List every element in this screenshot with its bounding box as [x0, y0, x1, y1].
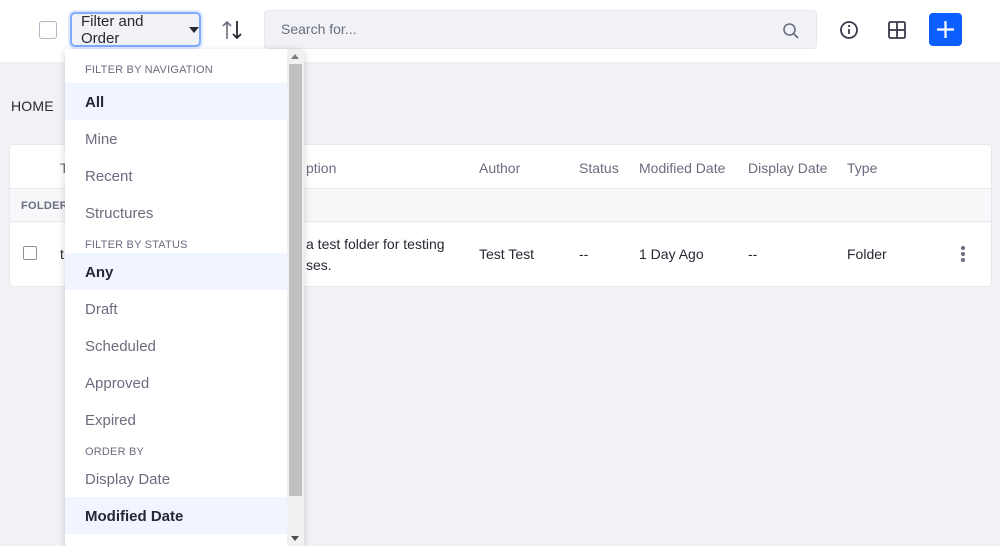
status-item-approved[interactable]: Approved — [65, 364, 287, 401]
status-item-expired[interactable]: Expired — [65, 401, 287, 438]
row-author: Test Test — [479, 246, 534, 262]
plus-icon — [937, 21, 954, 38]
dropdown-list: FILTER BY NAVIGATION All Mine Recent Str… — [65, 49, 287, 534]
row-title[interactable]: t — [60, 246, 64, 262]
info-icon[interactable] — [838, 19, 860, 41]
header-author[interactable]: Author — [479, 160, 520, 176]
scroll-up-arrow-icon[interactable] — [291, 54, 299, 59]
filter-and-order-label: Filter and Order — [81, 12, 144, 47]
row-description: a test folder for testing ses. — [306, 234, 476, 276]
scroll-down-arrow-icon[interactable] — [291, 536, 299, 541]
search-input[interactable]: Search for... — [281, 21, 356, 37]
filter-and-order-dropdown: FILTER BY NAVIGATION All Mine Recent Str… — [65, 49, 304, 546]
nav-item-mine[interactable]: Mine — [65, 120, 287, 157]
status-item-any[interactable]: Any — [65, 253, 287, 290]
nav-item-structures[interactable]: Structures — [65, 194, 287, 231]
cards-view-icon[interactable] — [886, 19, 908, 41]
order-item-display-date[interactable]: Display Date — [65, 460, 287, 497]
filter-by-status-header: FILTER BY STATUS — [85, 239, 188, 251]
row-description-line-1: a test folder for testing — [306, 236, 445, 252]
header-description[interactable]: ption — [306, 160, 336, 176]
select-all-checkbox[interactable] — [39, 21, 57, 39]
row-display-date: -- — [748, 246, 758, 262]
filter-by-navigation-header: FILTER BY NAVIGATION — [85, 64, 213, 76]
status-item-draft[interactable]: Draft — [65, 290, 287, 327]
scrollbar-thumb[interactable] — [289, 64, 302, 496]
order-by-header: ORDER BY — [85, 446, 145, 458]
add-button[interactable] — [929, 13, 962, 46]
nav-item-all[interactable]: All — [65, 83, 287, 120]
dropdown-scrollbar[interactable] — [287, 49, 304, 546]
search-bar: Search for... — [264, 10, 817, 49]
row-type: Folder — [847, 246, 887, 262]
order-item-modified-date[interactable]: Modified Date — [65, 497, 287, 534]
nav-item-recent[interactable]: Recent — [65, 157, 287, 194]
header-display-date[interactable]: Display Date — [748, 160, 827, 176]
header-modified-date[interactable]: Modified Date — [639, 160, 725, 176]
row-description-line-2: ses. — [306, 257, 332, 273]
order-arrows-icon[interactable] — [220, 19, 244, 41]
header-status[interactable]: Status — [579, 160, 619, 176]
row-actions-icon[interactable] — [959, 246, 967, 264]
caret-down-icon — [189, 26, 199, 33]
row-modified-date: 1 Day Ago — [639, 246, 704, 262]
filter-and-order-button[interactable]: Filter and Order — [70, 12, 201, 47]
row-status: -- — [579, 246, 589, 262]
status-item-scheduled[interactable]: Scheduled — [65, 327, 287, 364]
row-checkbox[interactable] — [23, 246, 37, 260]
breadcrumb-home[interactable]: HOME — [11, 98, 54, 114]
header-type[interactable]: Type — [847, 160, 877, 176]
search-icon[interactable] — [782, 22, 800, 40]
